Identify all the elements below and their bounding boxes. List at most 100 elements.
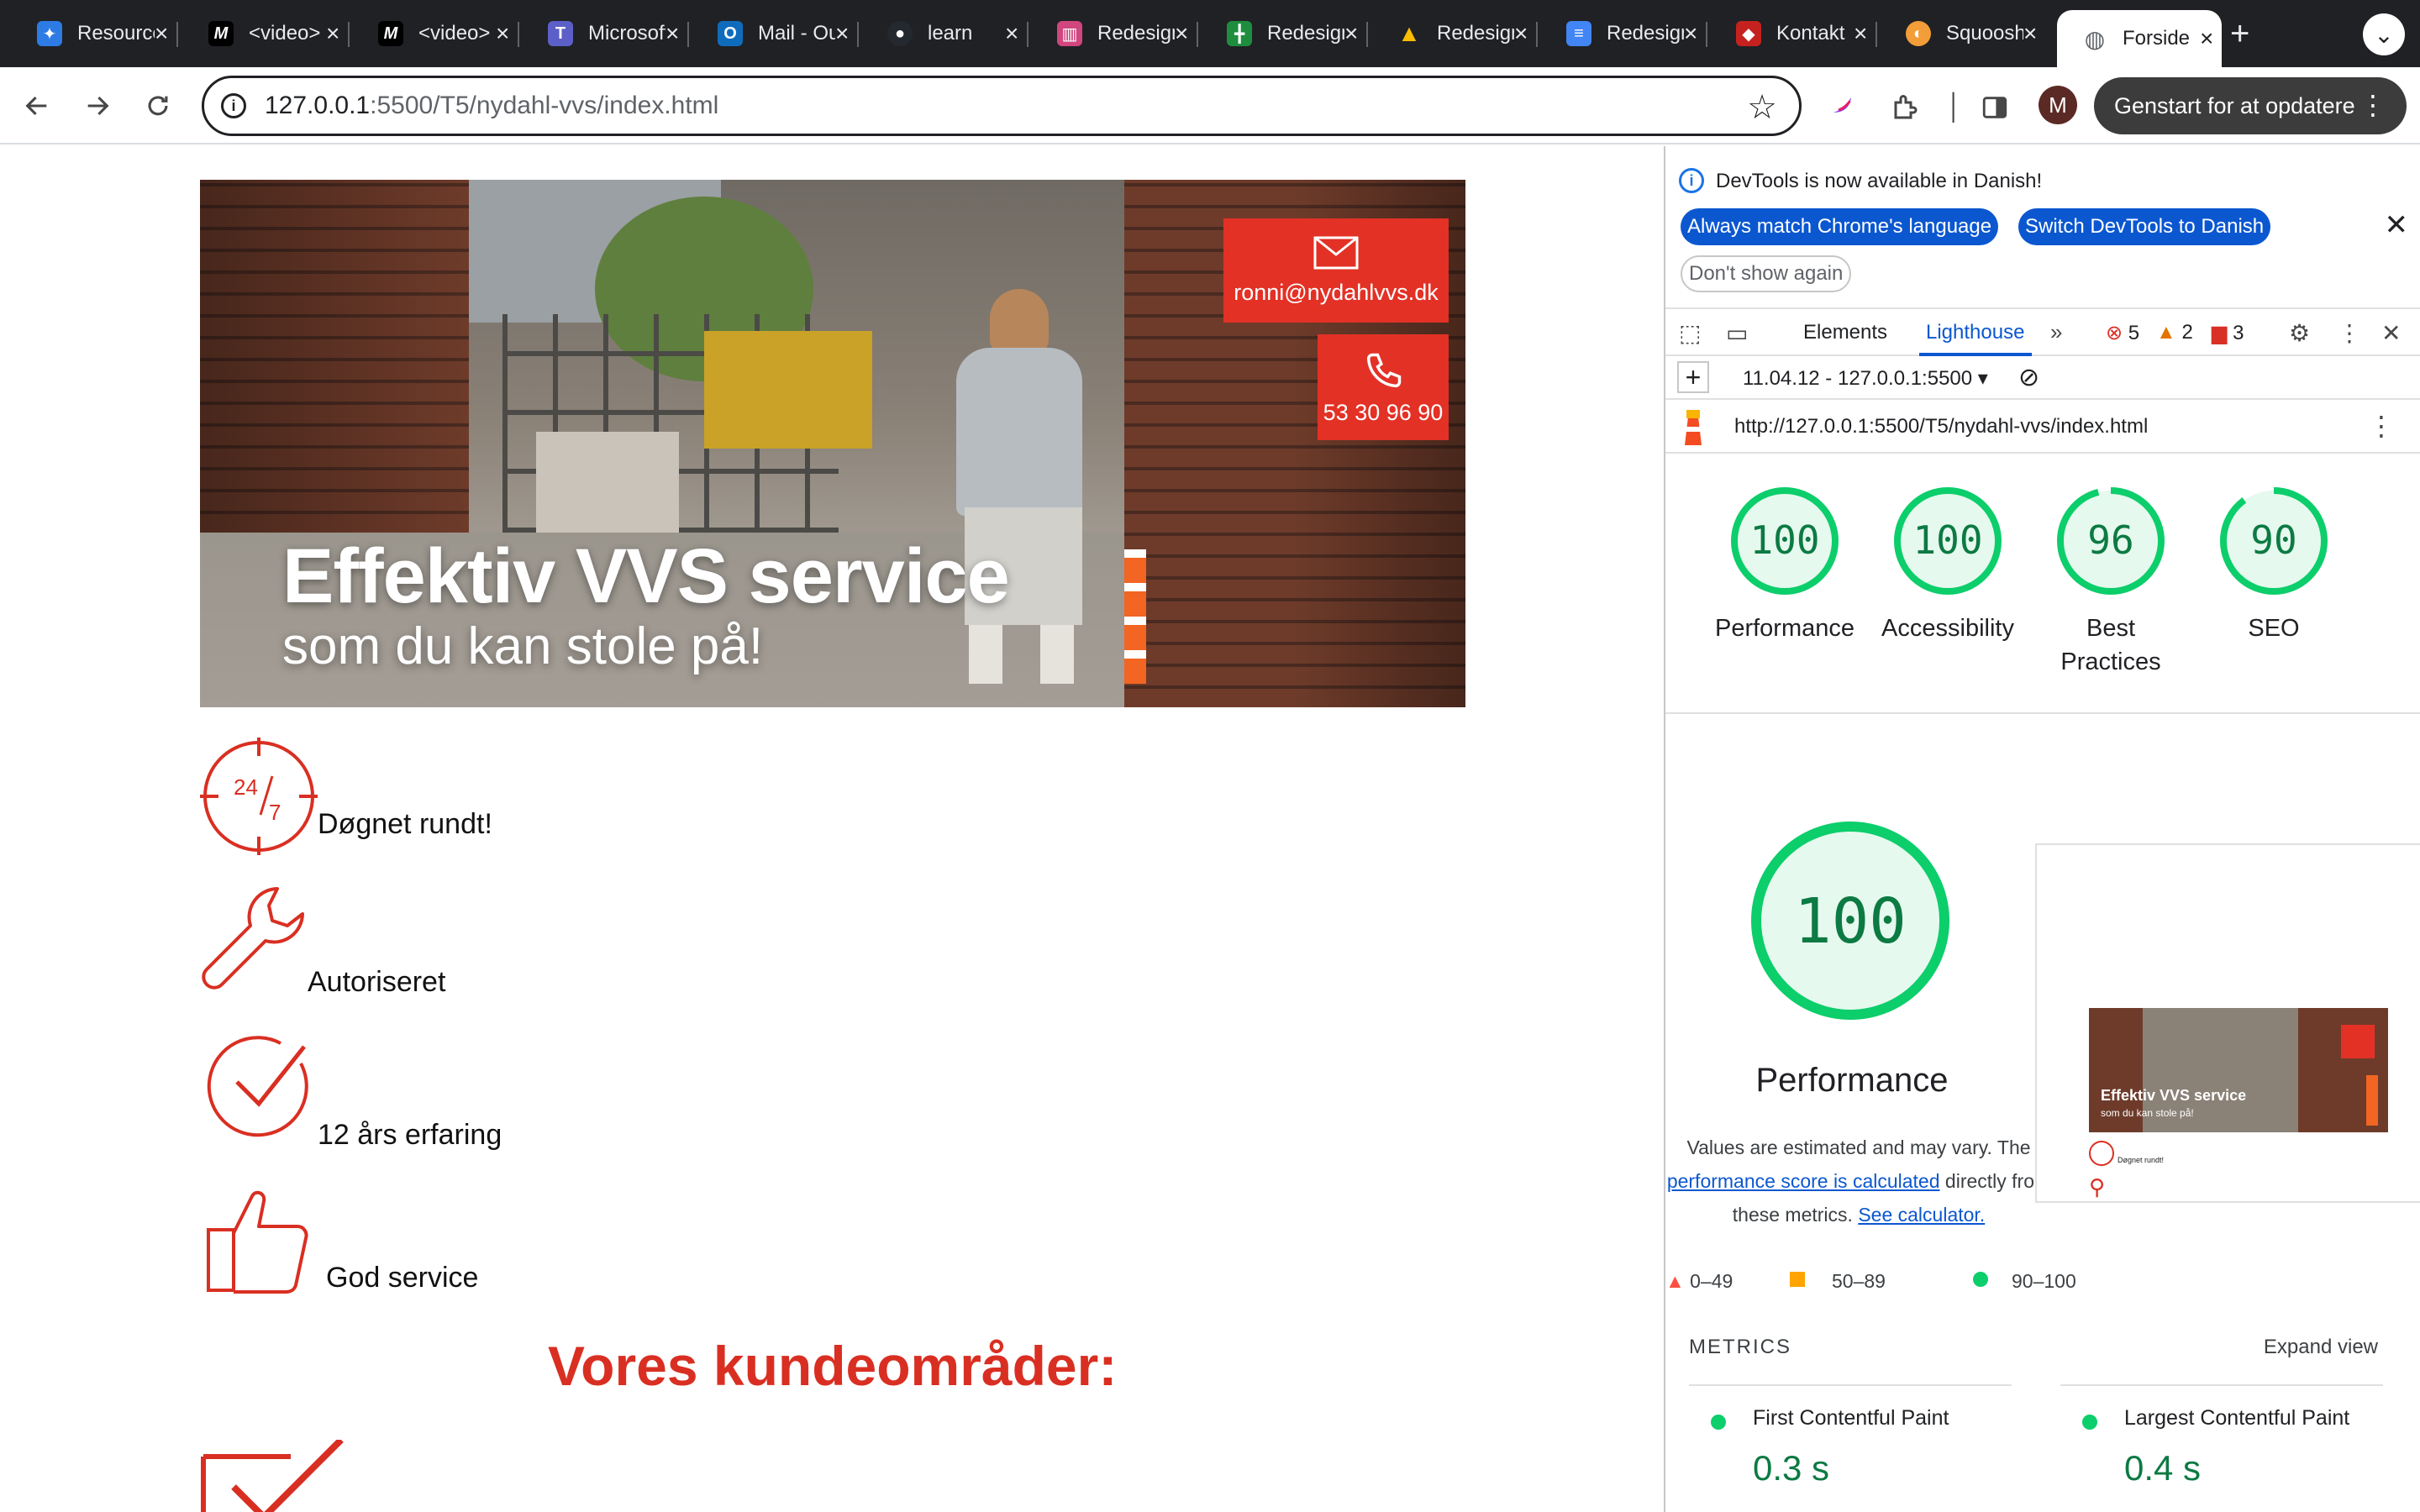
tab-title: Redesign — [1267, 22, 1344, 45]
reload-button[interactable] — [138, 86, 178, 126]
new-report-plus-icon[interactable]: + — [1677, 361, 1709, 393]
close-tab-icon[interactable]: × — [1684, 20, 1697, 47]
score-gauge[interactable]: 96 Best Practices — [2035, 486, 2186, 679]
report-menu-icon[interactable]: ⋮ — [2368, 410, 2395, 442]
tab-lighthouse[interactable]: Lighthouse — [1926, 321, 2024, 344]
expand-view-toggle[interactable]: Expand view — [2264, 1336, 2378, 1359]
close-tab-icon[interactable]: × — [1514, 20, 1528, 47]
site-info-icon[interactable]: i — [221, 93, 246, 118]
new-tab-button[interactable]: + — [2230, 15, 2249, 53]
profile-avatar[interactable]: M — [2039, 86, 2077, 124]
pass-dot-icon — [2082, 1415, 2097, 1430]
close-tab-icon[interactable]: × — [155, 20, 168, 47]
browser-tab[interactable]: ◆ Kontakt × — [1711, 10, 1877, 57]
reload-icon — [148, 96, 168, 116]
browser-tab[interactable]: M <video> × — [353, 10, 519, 57]
github-icon: ● — [887, 21, 913, 46]
browser-tab[interactable]: ▥ Redesign × — [1032, 10, 1198, 57]
close-devtools-icon[interactable]: ✕ — [2381, 319, 2401, 347]
inspect-element-icon[interactable]: ⬚ — [1679, 319, 1701, 347]
dont-show-again-button[interactable]: Don't show again — [1681, 255, 1852, 292]
metric-name: First Contentful Paint — [1753, 1406, 1949, 1430]
arrow-right-icon — [87, 96, 109, 116]
docs-icon: ≡ — [1566, 21, 1591, 46]
lighthouse-toolbar: + 11.04.12 - 127.0.0.1:5500 ▾ ⊘ — [1665, 356, 2420, 400]
resource-icon: ✦ — [37, 21, 62, 46]
close-tab-icon[interactable]: × — [835, 20, 849, 47]
device-toolbar-icon[interactable]: ▭ — [1726, 319, 1748, 347]
settings-gear-icon[interactable]: ⚙ — [2289, 319, 2310, 347]
tab-title: learn — [928, 22, 973, 45]
outlook-icon: O — [718, 21, 743, 46]
browser-tab-active[interactable]: ◍ Forside × — [2057, 10, 2222, 67]
score-calculated-link[interactable]: performance score is calculated — [1667, 1170, 1940, 1192]
score-gauge[interactable]: 100 Performance — [1709, 486, 1860, 645]
devtools-panel: i DevTools is now available in Danish! A… — [1664, 146, 2420, 1512]
email-contact-box[interactable]: ronni@nydahlvvs.dk — [1223, 218, 1449, 323]
back-button[interactable] — [17, 86, 57, 126]
close-tab-icon[interactable]: × — [496, 20, 509, 47]
close-tab-icon[interactable]: × — [1854, 20, 1867, 47]
browser-tab[interactable]: M <video> × — [183, 10, 350, 57]
forward-button[interactable] — [77, 86, 118, 126]
browser-tab[interactable]: ◐ Squoosh × — [1881, 10, 2045, 57]
tab-title: Squoosh — [1946, 22, 2023, 45]
feature-label: 12 års erfaring — [318, 1119, 502, 1151]
tab-elements[interactable]: Elements — [1803, 321, 1887, 344]
warning-count[interactable]: ▲ 2 — [2156, 321, 2193, 344]
close-icon[interactable]: ✕ — [2385, 208, 2409, 242]
bookmark-star-icon[interactable]: ☆ — [1747, 88, 1777, 127]
close-tab-icon[interactable]: × — [2023, 20, 2037, 47]
side-panel-icon[interactable] — [1976, 89, 2013, 126]
hero-subtitle: som du kan stole på! — [282, 617, 764, 675]
address-bar[interactable]: i 127.0.0.1:5500/T5/nydahl-vvs/index.htm… — [202, 76, 1802, 136]
issues-icon: ▆ — [2212, 322, 2228, 344]
lighthouse-url-row: http://127.0.0.1:5500/T5/nydahl-vvs/inde… — [1665, 402, 2420, 454]
browser-tab[interactable]: T Microsoft Teams × — [523, 10, 689, 57]
performance-score: 100 — [1794, 885, 1907, 958]
thumbnail-hero: Effektiv VVS service som du kan stole på… — [2089, 1008, 2388, 1132]
feature-label: God service — [326, 1262, 479, 1294]
extensions-puzzle-icon[interactable] — [1887, 89, 1924, 126]
report-select[interactable]: 11.04.12 - 127.0.0.1:5500 ▾ — [1743, 366, 1988, 391]
more-tabs-chevron-icon[interactable]: » — [2050, 319, 2062, 345]
page-screenshot-thumbnail[interactable]: Effektiv VVS service som du kan stole på… — [2035, 843, 2420, 1203]
tab-strip: ✦ Resource × M <video> × M <video> × T M… — [0, 0, 2420, 67]
tab-search-chevron-icon[interactable]: ⌄ — [2363, 13, 2405, 55]
dropdown-arrow-icon: ▾ — [1977, 367, 1988, 390]
tab-title: Mail - Outlook — [758, 22, 835, 45]
extension-feather-icon[interactable] — [1825, 89, 1862, 126]
issues-count[interactable]: ▆ 3 — [2212, 321, 2244, 345]
devtools-tabbar: ⬚ ▭ Elements Lighthouse » ⊗ 5 ▲ 2 ▆ 3 ⚙ … — [1665, 307, 2420, 356]
match-language-button[interactable]: Always match Chrome's language — [1681, 208, 1999, 245]
restart-to-update-button[interactable]: Genstart for at opdatere ⋮ — [2094, 77, 2407, 134]
close-tab-icon[interactable]: × — [326, 20, 339, 47]
browser-tab[interactable]: ▲ Redesign × — [1371, 10, 1538, 57]
error-count[interactable]: ⊗ 5 — [2106, 321, 2139, 345]
gauge-label: Accessibility — [1881, 615, 2014, 642]
metric-value: 0.3 s — [1753, 1448, 1830, 1488]
see-calculator-link[interactable]: See calculator. — [1858, 1204, 1985, 1226]
feature-item: 24 7 Døgnet rundt! — [200, 738, 704, 855]
score-gauge[interactable]: 100 Accessibility — [1872, 486, 2023, 645]
phone-contact-box[interactable]: 53 30 96 90 — [1318, 334, 1449, 440]
browser-tab[interactable]: ╋ Redesign × — [1202, 10, 1368, 57]
close-tab-icon[interactable]: × — [1344, 20, 1358, 47]
circle-icon — [1973, 1272, 1988, 1287]
kebab-menu-icon[interactable]: ⋮ — [2338, 319, 2361, 347]
gauge-label: SEO — [2248, 615, 2300, 642]
browser-tab[interactable]: O Mail - Outlook × — [692, 10, 859, 57]
browser-tab[interactable]: ✦ Resource × — [12, 10, 178, 57]
switch-to-danish-button[interactable]: Switch DevTools to Danish — [2018, 208, 2271, 245]
browser-tab[interactable]: ≡ Redesign × — [1541, 10, 1707, 57]
close-tab-icon[interactable]: × — [1175, 20, 1188, 47]
score-gauge[interactable]: 90 SEO — [2198, 486, 2349, 645]
clear-reports-icon[interactable]: ⊘ — [2018, 363, 2039, 392]
close-tab-icon[interactable]: × — [1005, 20, 1018, 47]
close-tab-icon[interactable]: × — [666, 20, 679, 47]
browser-tab[interactable]: ● learn × — [862, 10, 1028, 57]
restart-label: Genstart for at opdatere — [2114, 92, 2355, 118]
arrow-left-icon — [25, 96, 47, 116]
close-tab-icon[interactable]: × — [2200, 25, 2213, 52]
triangle-icon: ▲ — [1665, 1270, 1685, 1292]
